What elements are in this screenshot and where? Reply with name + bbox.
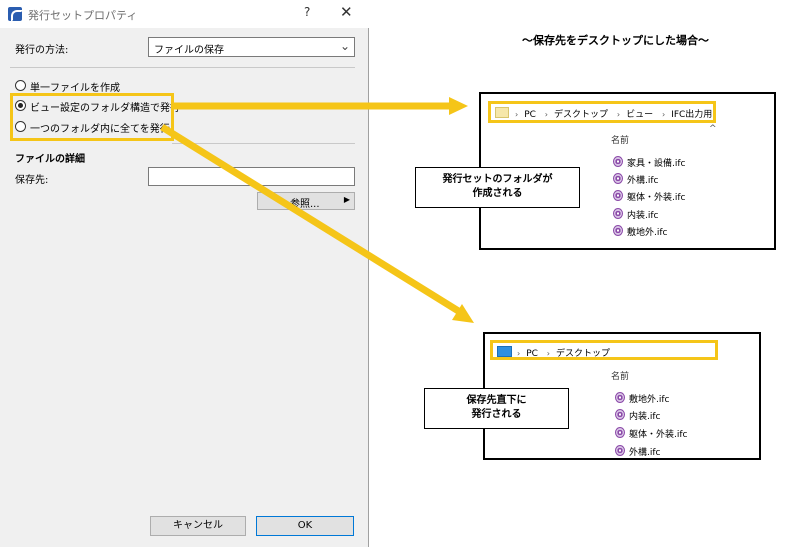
breadcrumb-pc[interactable]: PC bbox=[526, 349, 538, 359]
sort-ascending-icon: ^ bbox=[709, 124, 717, 134]
callout-line: 作成される bbox=[472, 188, 523, 199]
publish-method-label: 発行の方法: bbox=[15, 45, 69, 56]
address-bar[interactable]: › PC › デスクトップ › ビュー › IFC出力用 bbox=[488, 101, 716, 123]
triangle-right-icon: ▶ bbox=[343, 195, 350, 204]
browse-label: 参照... bbox=[290, 199, 320, 210]
ifc-file-icon bbox=[613, 208, 623, 219]
breadcrumb-view[interactable]: ビュー bbox=[626, 110, 653, 120]
dialog-title: 発行セットプロパティ bbox=[28, 9, 138, 22]
callout-line: 発行セットのフォルダが bbox=[442, 174, 553, 185]
callout-folder-created: 発行セットのフォルダが 作成される bbox=[415, 167, 580, 208]
column-header-name[interactable]: 名前 bbox=[611, 369, 629, 382]
ifc-file-icon bbox=[613, 156, 623, 167]
chevron-down-icon: ⌄ bbox=[339, 39, 350, 53]
save-to-label: 保存先: bbox=[15, 175, 49, 186]
breadcrumb-desktop[interactable]: デスクトップ bbox=[554, 110, 608, 120]
scenario-heading: 〜保存先をデスクトップにした場合〜 bbox=[522, 34, 709, 47]
file-name: 敷地外.ifc bbox=[627, 228, 668, 238]
file-name: 躯体・外装.ifc bbox=[629, 430, 688, 440]
chevron-right-icon: › bbox=[616, 110, 621, 119]
ifc-file-icon bbox=[615, 409, 625, 420]
dialog-titlebar: 発行セットプロパティ ? ✕ bbox=[0, 0, 369, 28]
file-name: 内装.ifc bbox=[629, 412, 661, 422]
close-button[interactable]: ✕ bbox=[340, 3, 353, 21]
radio-single-file[interactable] bbox=[15, 80, 26, 91]
option-single-file-label: 単一ファイルを作成 bbox=[30, 83, 120, 94]
cancel-button[interactable]: キャンセル bbox=[150, 516, 246, 536]
publish-set-properties-dialog: 発行セットプロパティ ? ✕ 発行の方法: ファイルの保存 ⌄ 単一ファイルを作… bbox=[0, 0, 369, 547]
publish-method-select[interactable]: ファイルの保存 ⌄ bbox=[148, 37, 355, 57]
breadcrumb-desktop[interactable]: デスクトップ bbox=[556, 349, 610, 359]
breadcrumb: › PC › デスクトップ bbox=[517, 346, 610, 359]
chevron-right-icon: › bbox=[546, 349, 550, 358]
chevron-right-icon: › bbox=[661, 110, 666, 119]
folder-icon bbox=[495, 107, 509, 118]
divider bbox=[10, 67, 355, 68]
desktop-icon bbox=[497, 346, 512, 357]
file-name: 内装.ifc bbox=[627, 211, 659, 221]
archicad-app-icon bbox=[8, 7, 23, 22]
save-to-input[interactable] bbox=[148, 167, 355, 186]
ifc-file-icon bbox=[613, 173, 623, 184]
ok-button[interactable]: OK bbox=[256, 516, 354, 536]
ifc-file-icon bbox=[615, 392, 625, 403]
file-name: 外構.ifc bbox=[629, 448, 661, 458]
chevron-right-icon: › bbox=[515, 110, 519, 119]
breadcrumb: › PC › デスクトップ › ビュー › IFC出力用 bbox=[515, 107, 712, 120]
publish-method-value: ファイルの保存 bbox=[154, 45, 224, 56]
ifc-file-icon bbox=[613, 190, 623, 201]
breadcrumb-pc[interactable]: PC bbox=[524, 110, 536, 120]
breadcrumb-ifc-output[interactable]: IFC出力用 bbox=[671, 110, 712, 120]
callout-published-directly: 保存先直下に 発行される bbox=[424, 388, 569, 429]
browse-button[interactable]: 参照... ▶ bbox=[257, 192, 355, 210]
ifc-file-icon bbox=[613, 225, 623, 236]
help-button[interactable]: ? bbox=[304, 5, 310, 19]
chevron-right-icon: › bbox=[544, 110, 548, 119]
ifc-file-icon bbox=[615, 427, 625, 438]
file-name: 外構.ifc bbox=[627, 176, 659, 186]
callout-line: 保存先直下に bbox=[466, 395, 527, 406]
file-name: 家具・設備.ifc bbox=[627, 159, 686, 169]
address-bar[interactable]: › PC › デスクトップ bbox=[490, 340, 718, 360]
chevron-right-icon: › bbox=[517, 349, 521, 358]
file-name: 躯体・外装.ifc bbox=[627, 193, 686, 203]
ifc-file-icon bbox=[615, 445, 625, 456]
highlight-box bbox=[10, 93, 174, 141]
callout-line: 発行される bbox=[471, 409, 522, 420]
file-details-heading: ファイルの詳細 bbox=[15, 154, 85, 165]
column-header-name[interactable]: 名前 bbox=[611, 133, 629, 146]
divider bbox=[172, 143, 355, 144]
file-name: 敷地外.ifc bbox=[629, 395, 670, 405]
